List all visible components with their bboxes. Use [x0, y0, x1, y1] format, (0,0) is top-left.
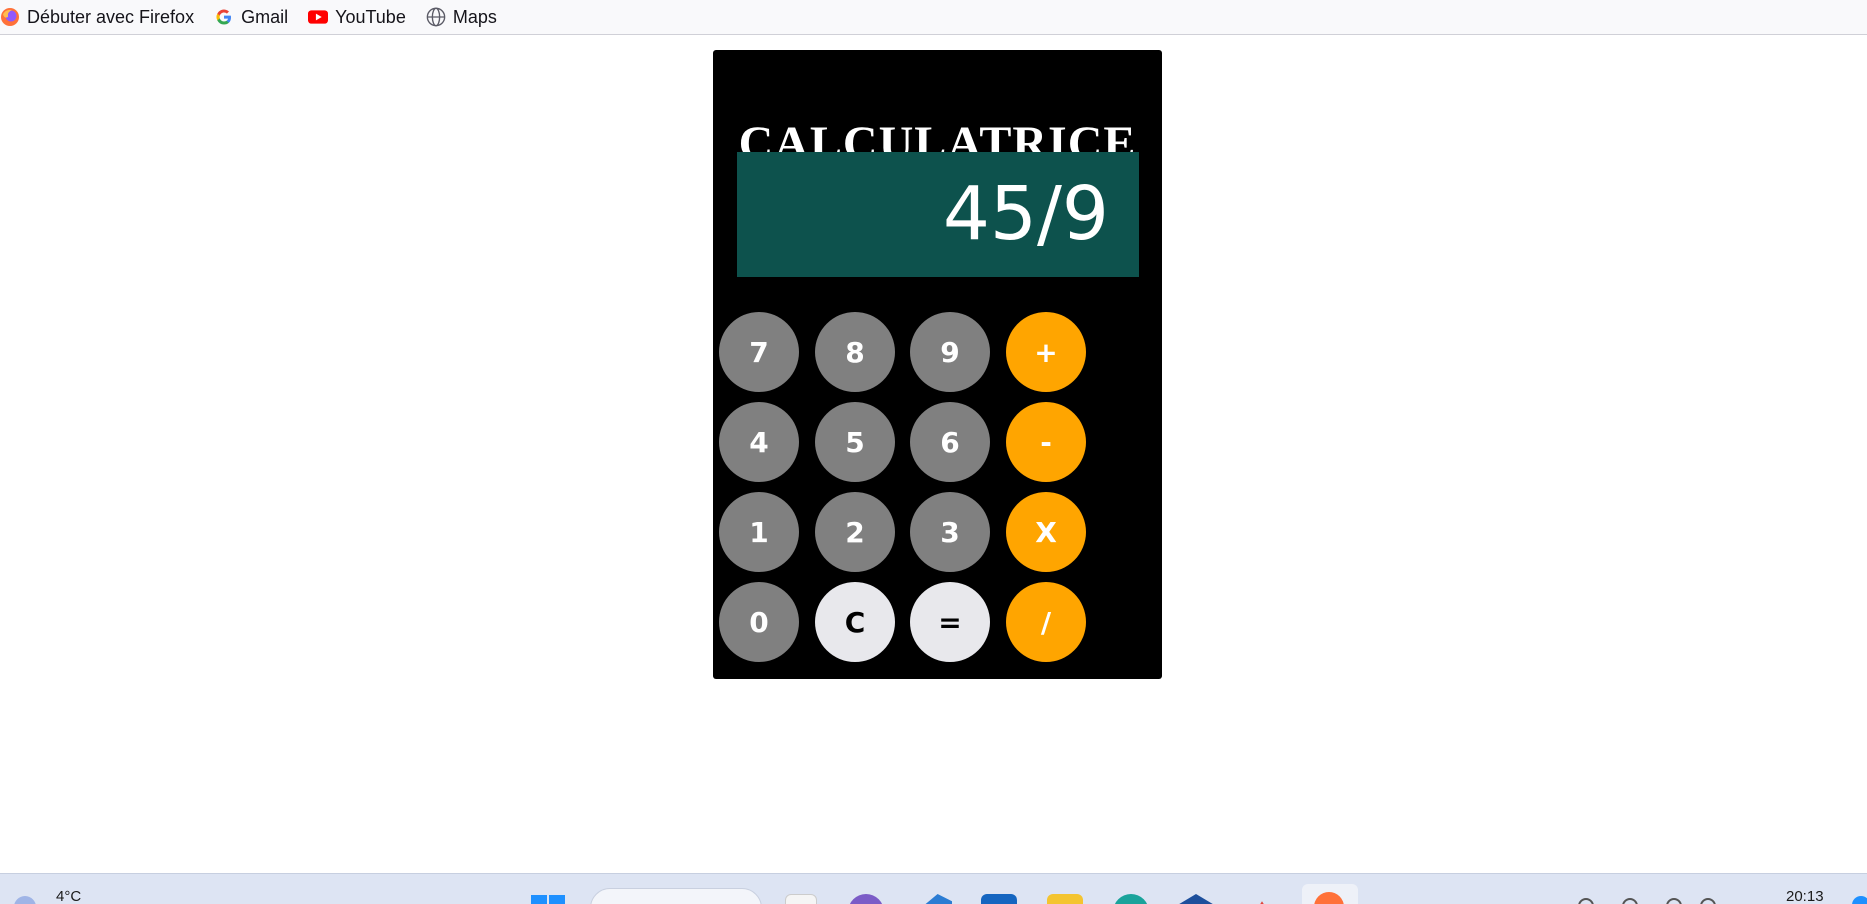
firefox-icon — [1314, 892, 1344, 904]
bookmark-label: Gmail — [241, 6, 289, 27]
bookmark-label: Débuter avec Firefox — [27, 6, 195, 27]
start-button[interactable] — [530, 892, 566, 904]
store-icon[interactable] — [981, 894, 1017, 904]
bookmark-youtube[interactable]: YouTube — [308, 2, 406, 32]
vscode-icon[interactable] — [916, 894, 952, 904]
volume-icon[interactable] — [1622, 898, 1638, 904]
bookmark-maps[interactable]: Maps — [426, 2, 497, 32]
file-explorer-icon[interactable] — [1047, 894, 1083, 904]
calculator: CALCULATRICE 45/9 7 8 9 + 4 5 6 - 1 2 3 … — [713, 50, 1162, 679]
windows-icon — [531, 895, 565, 904]
firefox-taskbar-button[interactable] — [1302, 884, 1358, 904]
key-4[interactable]: 4 — [719, 402, 799, 482]
app-icon[interactable] — [1244, 901, 1280, 904]
taskbar: 4°C 20:13 — [0, 873, 1867, 904]
weather-temperature[interactable]: 4°C — [56, 888, 81, 904]
key-plus[interactable]: + — [1006, 312, 1086, 392]
weather-icon[interactable] — [14, 896, 36, 904]
youtube-icon — [308, 7, 329, 27]
taskbar-search[interactable] — [590, 888, 762, 904]
globe-icon — [426, 7, 446, 27]
key-1[interactable]: 1 — [719, 492, 799, 572]
task-view-icon[interactable] — [785, 894, 817, 904]
taskbar-clock[interactable]: 20:13 — [1786, 888, 1824, 904]
teams-icon[interactable] — [848, 894, 884, 904]
key-clear[interactable]: C — [815, 582, 895, 662]
key-3[interactable]: 3 — [910, 492, 990, 572]
key-8[interactable]: 8 — [815, 312, 895, 392]
key-5[interactable]: 5 — [815, 402, 895, 482]
edge-icon[interactable] — [1113, 894, 1149, 904]
bookmarks-toolbar: Débuter avec Firefox Gmail YouTube Maps — [0, 0, 1867, 35]
mail-icon[interactable] — [1178, 894, 1214, 904]
bookmark-label: Maps — [452, 6, 497, 27]
bookmark-gmail[interactable]: Gmail — [214, 2, 288, 32]
battery-icon[interactable] — [1666, 898, 1682, 904]
notification-icon[interactable] — [1852, 896, 1867, 904]
calculator-display: 45/9 — [737, 152, 1139, 277]
key-0[interactable]: 0 — [719, 582, 799, 662]
key-divide[interactable]: / — [1006, 582, 1086, 662]
key-multiply[interactable]: X — [1006, 492, 1086, 572]
firefox-icon — [0, 7, 20, 27]
key-9[interactable]: 9 — [910, 312, 990, 392]
tray-icon[interactable] — [1700, 898, 1716, 904]
bookmark-firefox[interactable]: Débuter avec Firefox — [0, 2, 194, 32]
bookmark-label: YouTube — [335, 6, 406, 27]
key-6[interactable]: 6 — [910, 402, 990, 482]
google-icon — [214, 7, 234, 27]
key-2[interactable]: 2 — [815, 492, 895, 572]
key-7[interactable]: 7 — [719, 312, 799, 392]
network-icon[interactable] — [1578, 898, 1594, 904]
key-minus[interactable]: - — [1006, 402, 1086, 482]
key-equals[interactable]: = — [910, 582, 990, 662]
